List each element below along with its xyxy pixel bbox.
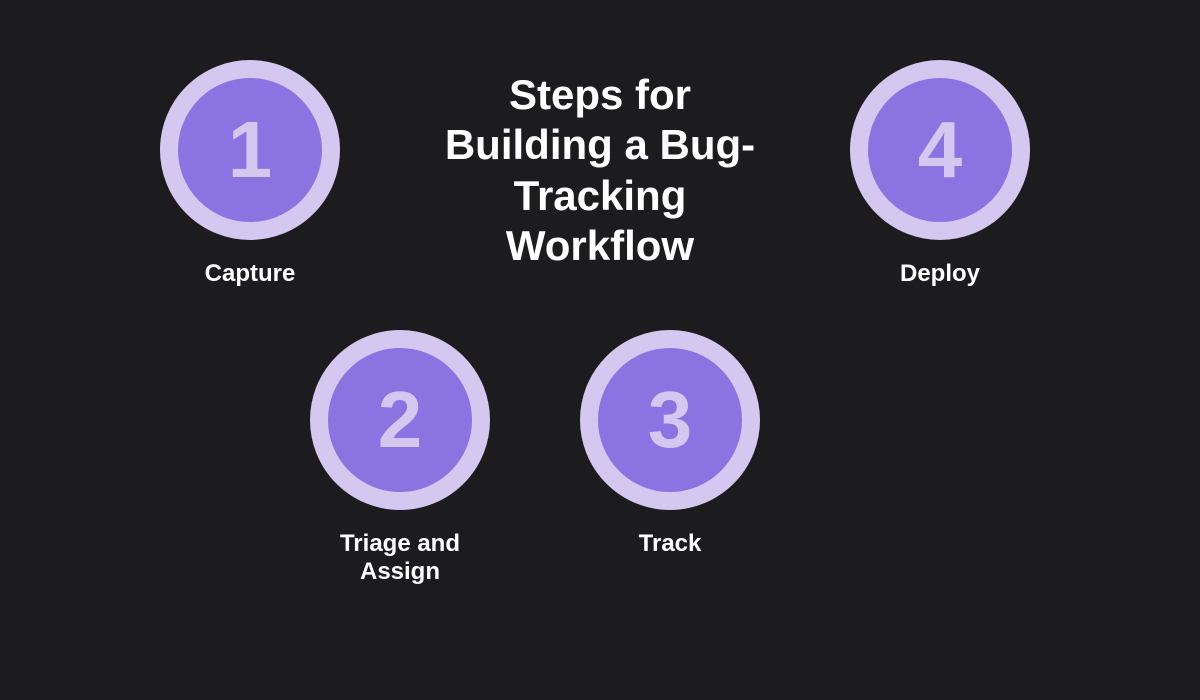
step-label-1: Capture [205, 260, 296, 288]
step-label-4: Deploy [900, 260, 980, 288]
diagram-title: Steps for Building a Bug-Tracking Workfl… [430, 70, 770, 272]
step-label-3: Track [639, 530, 702, 558]
step-circle-2: 2 [310, 330, 490, 510]
step-4: 4 Deploy [850, 60, 1030, 288]
step-label-2: Triage and Assign [300, 530, 500, 586]
step-2: 2 Triage and Assign [300, 330, 500, 586]
step-circle-3: 3 [580, 330, 760, 510]
step-number-2: 2 [378, 374, 423, 466]
step-circle-4: 4 [850, 60, 1030, 240]
step-circle-1: 1 [160, 60, 340, 240]
step-number-1: 1 [228, 104, 273, 196]
step-number-4: 4 [918, 104, 963, 196]
step-1: 1 Capture [160, 60, 340, 288]
step-number-3: 3 [648, 374, 693, 466]
step-3: 3 Track [580, 330, 760, 558]
